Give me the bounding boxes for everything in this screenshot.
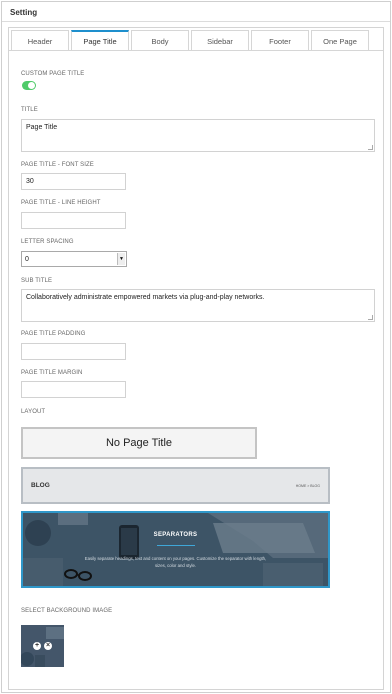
letter-spacing-select[interactable]: 0 ▼ bbox=[21, 251, 127, 267]
layout-label: LAYOUT bbox=[21, 409, 46, 415]
margin-label: PAGE TITLE MARGIN bbox=[21, 370, 83, 376]
separators-description: Easily separate headings, text and conte… bbox=[84, 556, 267, 568]
settings-content: Header Page Title Body Sidebar Footer On… bbox=[8, 27, 384, 690]
layout-option-blog[interactable]: BLOG HOME > BLOG bbox=[21, 467, 330, 504]
layout-blog-title: BLOG bbox=[31, 482, 50, 489]
letter-spacing-value: 0 bbox=[25, 256, 29, 263]
add-image-icon[interactable]: + bbox=[33, 642, 41, 650]
background-image-thumbnail: + × bbox=[21, 625, 64, 667]
background-thumbnail-illustration bbox=[21, 625, 64, 667]
separators-title: SEPARATORS bbox=[153, 532, 198, 538]
tab-body[interactable]: Body bbox=[131, 30, 189, 50]
remove-image-icon[interactable]: × bbox=[44, 642, 52, 650]
tabs-divider bbox=[9, 50, 383, 51]
line-height-label: PAGE TITLE - LINE HEIGHT bbox=[21, 200, 101, 206]
tab-footer[interactable]: Footer bbox=[251, 30, 309, 50]
tab-one-page[interactable]: One Page bbox=[311, 30, 369, 50]
custom-page-title-toggle[interactable] bbox=[22, 81, 36, 90]
resize-handle[interactable] bbox=[368, 145, 373, 150]
panel-title: Setting bbox=[2, 2, 390, 22]
tab-bar: Header Page Title Body Sidebar Footer On… bbox=[9, 28, 383, 51]
layout-blog-breadcrumb: HOME > BLOG bbox=[295, 484, 320, 488]
title-label: TITLE bbox=[21, 107, 38, 113]
layout-option-separators[interactable]: SEPARATORS Easily separate headings, tex… bbox=[21, 511, 330, 588]
line-height-input[interactable] bbox=[21, 212, 126, 229]
sub-title-value: Collaboratively administrate empowered m… bbox=[26, 294, 265, 301]
title-value: Page Title bbox=[26, 124, 58, 131]
layout-option-no-title[interactable]: No Page Title bbox=[21, 427, 257, 459]
padding-label: PAGE TITLE PADDING bbox=[21, 331, 86, 337]
tab-page-title[interactable]: Page Title bbox=[71, 30, 129, 51]
font-size-input[interactable]: 30 bbox=[21, 173, 126, 190]
tab-sidebar[interactable]: Sidebar bbox=[191, 30, 249, 50]
padding-input[interactable] bbox=[21, 343, 126, 360]
toggle-knob bbox=[28, 82, 35, 89]
chevron-down-icon: ▼ bbox=[117, 253, 125, 265]
separator-line bbox=[157, 545, 195, 546]
sub-title-textarea[interactable]: Collaboratively administrate empowered m… bbox=[21, 289, 375, 322]
font-size-label: PAGE TITLE - FONT SIZE bbox=[21, 162, 94, 168]
background-image-label: SELECT BACKGROUND IMAGE bbox=[21, 608, 113, 614]
title-textarea[interactable]: Page Title bbox=[21, 119, 375, 152]
settings-panel: Setting Header Page Title Body Sidebar F… bbox=[1, 1, 391, 693]
sub-title-label: SUB TITLE bbox=[21, 278, 53, 284]
tab-header[interactable]: Header bbox=[11, 30, 69, 50]
resize-handle[interactable] bbox=[368, 315, 373, 320]
letter-spacing-label: LETTER SPACING bbox=[21, 239, 74, 245]
margin-input[interactable] bbox=[21, 381, 126, 398]
custom-page-title-label: CUSTOM PAGE TITLE bbox=[21, 71, 85, 77]
desk-photo-illustration bbox=[23, 513, 328, 586]
layout-option-no-title-text: No Page Title bbox=[105, 437, 173, 449]
